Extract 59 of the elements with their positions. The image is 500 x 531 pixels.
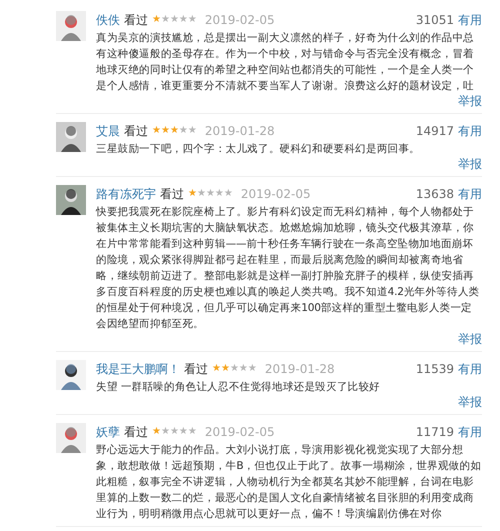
- review-date: 2019-02-05: [204, 425, 275, 439]
- star-icon: ★: [152, 126, 161, 136]
- useful-link[interactable]: 有用: [458, 186, 482, 202]
- vote-count: 11539: [416, 362, 454, 376]
- star-icon: ★: [188, 126, 197, 136]
- star-icon: ★: [170, 126, 179, 136]
- star-icon: ★: [178, 15, 188, 25]
- star-icon: ★: [224, 189, 233, 199]
- watched-status: 看过: [124, 122, 148, 140]
- watched-status: 看过: [124, 12, 148, 28]
- useful-link[interactable]: 有用: [458, 12, 482, 28]
- report-link[interactable]: 举报: [458, 395, 482, 410]
- review-text: 野心远远大于能力的作品。大刘小说打底，导演用影视化视觉实现了大部分想象，敢想敢做！远超预期，牛B，但也仅止于此了。故事一塌糊涂，世界观做的如此粗糙，叙事完全不讲逻辑，人物动机行为全都莫名其妙不能理解，台词在电影里算的上数一数二的烂，最恶心的是国人文化自豪情绪被名目张胆的利用变成商业行为，明明稍微用点心思就可以更好一点，偏不！导演编剧仿佛在对你: [96, 443, 482, 522]
- vote-count: 11719: [416, 425, 454, 439]
- useful-link[interactable]: 有用: [458, 122, 482, 140]
- review-date: 2019-01-28: [204, 124, 275, 138]
- star-icon: ★: [248, 364, 257, 374]
- star-icon: ★: [152, 15, 161, 25]
- review-date: 2019-02-05: [204, 13, 275, 27]
- user-name-link[interactable]: 路有冻死宇: [96, 186, 156, 202]
- star-icon: ★: [206, 189, 215, 199]
- star-icon: ★: [220, 364, 230, 374]
- review-text: 失望 一群聒噪的角色让人忍不住觉得地球还是毁灭了比较好: [96, 380, 381, 395]
- watched-status: 看过: [160, 186, 184, 202]
- star-icon: ★: [188, 15, 197, 25]
- star-icon: ★: [160, 427, 170, 437]
- useful-link[interactable]: 有用: [458, 360, 482, 378]
- review-text: 快要把我震死在影院座椅上了。影片有科幻设定而无科幻精神，每个人物都处于被集体主义长期坑害的大脑缺氧状态。尬燃尬煽加尬聊，镜头交代极其潦草，你在片中常常能看到这种剪辑——前十秒任务车辆行驶在一条高空坠物加地面崩坏的险境，观众紧张得脚趾都弓起在鞋里，而最后脱离危险的瞬间却被离奇地省略，继续朝前迈进了。整部电影就是这样一副打肿脸充胖子的模样，纵使安插再多百度百科程度的历史梗也难以真的唤起人类共鸣。我不知道4.2光年外等待人类的恒星处于何种境况，但几乎可以确定再来100部这样的重型土鳖电影人类一定会因绝望而抑郁至死。: [96, 205, 480, 332]
- report-link[interactable]: 举报: [458, 157, 482, 172]
- star-icon: ★: [230, 364, 239, 374]
- star-icon: ★: [160, 126, 170, 136]
- user-name-link[interactable]: 艾晨: [96, 122, 120, 140]
- review-date: 2019-02-05: [240, 187, 311, 201]
- review-text: 真为吴京的演技尴尬，总是摆出一副大义凛然的样子，好奇为什么刘的作品中总有这种傻逼般的圣母存在。作为一个中校，对与错命令与否完全没有概念，冒着地球灭绝的同时让仅有的希望之种空间站也都消失的可能性，一个是全人类一个是个人感情，谁更重要分不清就不要当军人了谢谢。浪费这么好的题材设定，吐: [96, 31, 476, 94]
- star-icon: ★: [170, 427, 179, 437]
- star-icon: ★: [188, 427, 197, 437]
- user-name-link[interactable]: 佚佚: [96, 12, 120, 28]
- star-icon: ★: [196, 189, 206, 199]
- vote-count: 13638: [416, 187, 454, 201]
- star-icon: ★: [160, 15, 170, 25]
- report-link[interactable]: 举报: [458, 332, 482, 347]
- watched-status: 看过: [124, 424, 148, 440]
- review-text: 三星鼓励一下吧，四个字：太儿戏了。硬科幻和硬要科幻是两回事。: [96, 142, 422, 157]
- user-name-link[interactable]: 我是王大鹏啊！: [96, 360, 180, 378]
- useful-link[interactable]: 有用: [458, 424, 482, 440]
- vote-count: 14917: [416, 124, 454, 138]
- report-link[interactable]: 举报: [458, 94, 482, 109]
- star-icon: ★: [152, 427, 161, 437]
- star-icon: ★: [212, 364, 221, 374]
- star-icon: ★: [178, 126, 188, 136]
- review-date: 2019-01-28: [264, 362, 335, 376]
- user-name-link[interactable]: 妖孽: [96, 424, 120, 440]
- star-icon: ★: [238, 364, 248, 374]
- star-icon: ★: [188, 189, 197, 199]
- watched-status: 看过: [184, 360, 208, 378]
- star-icon: ★: [178, 427, 188, 437]
- vote-count: 31051: [416, 13, 454, 27]
- star-icon: ★: [170, 15, 179, 25]
- star-icon: ★: [214, 189, 224, 199]
